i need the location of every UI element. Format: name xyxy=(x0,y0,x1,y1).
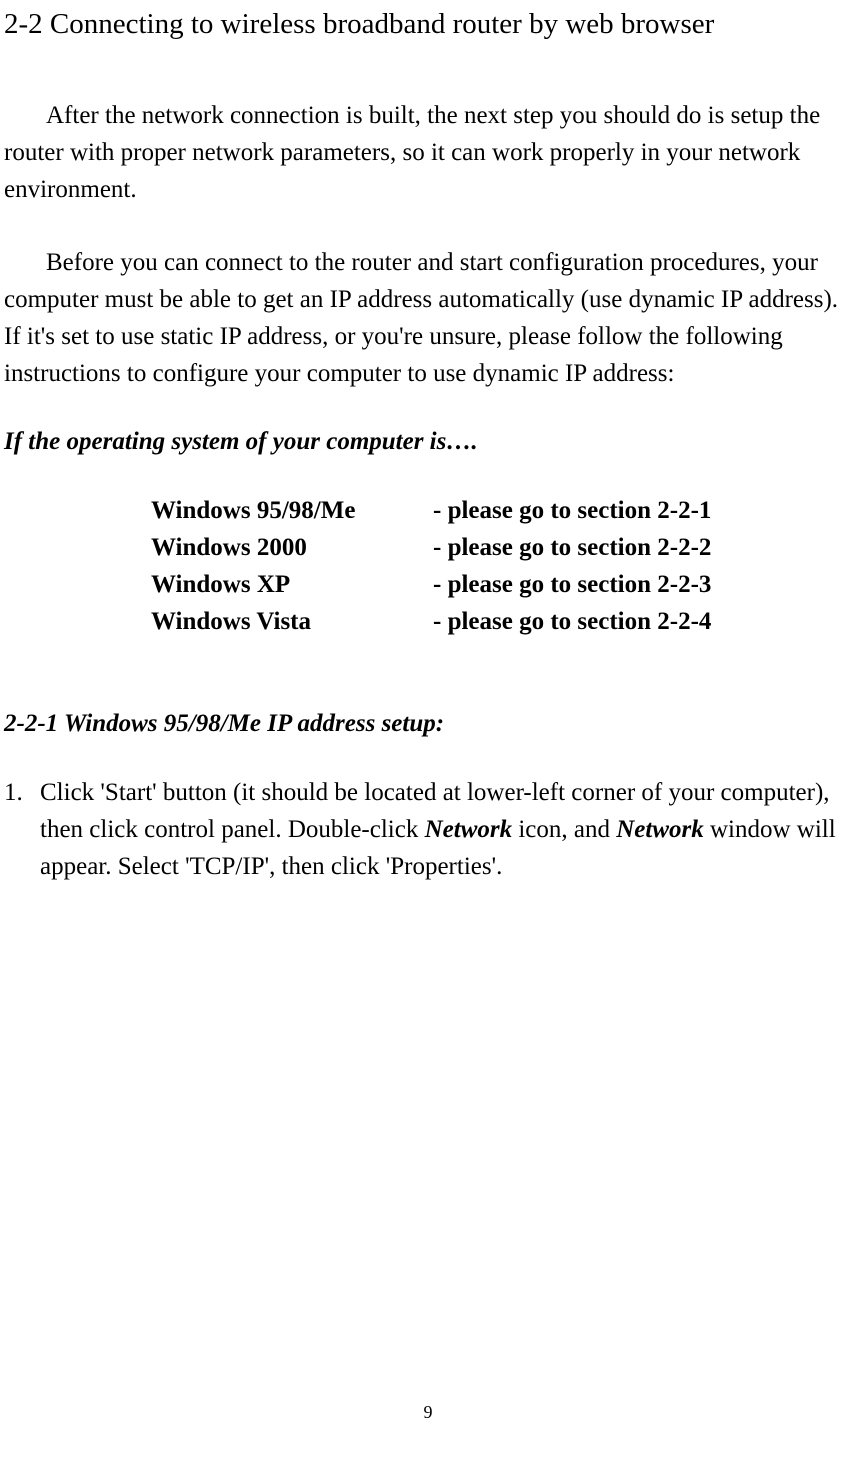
os-ref: - please go to section 2-2-1 xyxy=(433,492,852,529)
step-text-em: Network xyxy=(425,816,513,843)
intro-paragraph-2: Before you can connect to the router and… xyxy=(4,244,852,392)
os-row: Windows 2000 - please go to section 2-2-… xyxy=(151,529,852,566)
os-name: Windows Vista xyxy=(151,603,433,640)
os-name: Windows XP xyxy=(151,566,433,603)
page-number: 9 xyxy=(0,1402,856,1423)
os-ref: - please go to section 2-2-3 xyxy=(433,566,852,603)
step-text-em: Network xyxy=(616,816,704,843)
step-text-mid: icon, and xyxy=(512,816,616,843)
os-ref: - please go to section 2-2-2 xyxy=(433,529,852,566)
os-table: Windows 95/98/Me - please go to section … xyxy=(151,492,852,640)
step-number: 1. xyxy=(4,774,40,885)
intro-paragraph-1: After the network connection is built, t… xyxy=(4,97,852,208)
step-item: 1. Click 'Start' button (it should be lo… xyxy=(4,774,852,885)
os-name: Windows 95/98/Me xyxy=(151,492,433,529)
os-heading: If the operating system of your computer… xyxy=(4,428,852,456)
subsection-heading: 2-2-1 Windows 95/98/Me IP address setup: xyxy=(4,710,852,738)
os-row: Windows 95/98/Me - please go to section … xyxy=(151,492,852,529)
step-list: 1. Click 'Start' button (it should be lo… xyxy=(4,774,852,885)
os-ref: - please go to section 2-2-4 xyxy=(433,603,852,640)
os-name: Windows 2000 xyxy=(151,529,433,566)
os-row: Windows XP - please go to section 2-2-3 xyxy=(151,566,852,603)
section-heading: 2-2 Connecting to wireless broadband rou… xyxy=(4,8,852,41)
step-text: Click 'Start' button (it should be locat… xyxy=(40,774,852,885)
os-row: Windows Vista - please go to section 2-2… xyxy=(151,603,852,640)
